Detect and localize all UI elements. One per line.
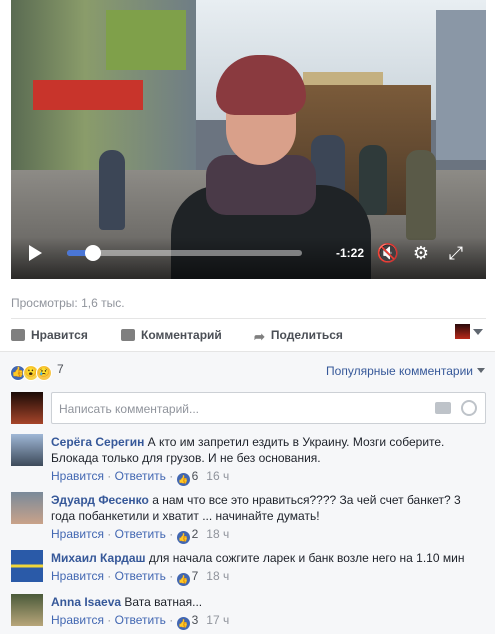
video-progress-handle[interactable] xyxy=(84,245,101,261)
reactions-summary[interactable]: 👍😮😢 7 xyxy=(10,362,64,381)
comment-text: для начала сожгите ларек и банк возле не… xyxy=(148,551,465,565)
thumbs-up-icon xyxy=(11,329,25,341)
comment-timestamp[interactable]: 16 ч xyxy=(206,469,229,483)
avatar[interactable] xyxy=(11,492,43,524)
thumbs-up-icon: 👍 xyxy=(176,617,190,630)
comment-like-count[interactable]: 7 xyxy=(192,569,199,583)
comment-input-placeholder: Написать комментарий... xyxy=(59,402,200,416)
comment-like-link[interactable]: Нравится xyxy=(51,469,104,483)
comment-reply-link[interactable]: Ответить xyxy=(115,527,166,541)
video-frame-bystander xyxy=(406,150,436,240)
video-progress-bar[interactable] xyxy=(67,245,302,261)
thumbs-up-icon: 👍 xyxy=(176,473,190,486)
like-button[interactable]: Нравится xyxy=(11,328,88,342)
comments-panel: 👍😮😢 7 Популярные комментарии Написать ком… xyxy=(0,351,495,634)
camera-icon[interactable] xyxy=(435,402,451,414)
comment-bubble-icon xyxy=(121,329,135,341)
like-button-label: Нравится xyxy=(31,328,88,342)
video-frame-bystander xyxy=(99,150,125,230)
video-frame-building xyxy=(436,10,486,160)
comment-text: Вата ватная... xyxy=(124,595,203,609)
comment-like-link[interactable]: Нравится xyxy=(51,569,104,583)
share-button[interactable]: ➦ Поделиться xyxy=(254,328,343,344)
comment-timestamp[interactable]: 18 ч xyxy=(206,569,229,583)
mute-icon[interactable]: 🔇 xyxy=(375,240,401,266)
chevron-down-icon xyxy=(477,368,485,373)
video-frame-sign xyxy=(33,80,143,110)
sad-reaction-icon: 😢 xyxy=(36,365,52,381)
play-button[interactable] xyxy=(29,245,42,261)
video-time-remaining: -1:22 xyxy=(336,246,365,260)
comment-timestamp[interactable]: 18 ч xyxy=(206,527,229,541)
thumbs-up-icon: 👍 xyxy=(176,573,190,586)
avatar[interactable] xyxy=(11,434,43,466)
chevron-down-icon[interactable] xyxy=(473,329,483,335)
comment-author[interactable]: Anna Isaeva xyxy=(51,595,121,609)
comment-like-count[interactable]: 2 xyxy=(192,527,199,541)
comment-button-label: Комментарий xyxy=(141,328,222,342)
comment-reply-link[interactable]: Ответить xyxy=(115,469,166,483)
comment-timestamp[interactable]: 17 ч xyxy=(206,613,229,627)
page-avatar-selector[interactable] xyxy=(455,324,470,339)
comment-sort-dropdown[interactable]: Популярные комментарии xyxy=(326,364,485,378)
share-arrow-icon: ➦ xyxy=(254,329,265,344)
share-button-label: Поделиться xyxy=(270,328,343,342)
comment-like-count[interactable]: 6 xyxy=(192,469,199,483)
comment-like-link[interactable]: Нравится xyxy=(51,527,104,541)
comment-author[interactable]: Михаил Кардаш xyxy=(51,551,146,565)
current-user-avatar xyxy=(11,392,43,424)
emoji-icon[interactable] xyxy=(461,400,477,416)
comment-button[interactable]: Комментарий xyxy=(121,328,222,342)
comment-author[interactable]: Эдуард Фесенко xyxy=(51,493,149,507)
video-player[interactable] xyxy=(11,0,486,279)
thumbs-up-icon: 👍 xyxy=(176,531,190,544)
reaction-count: 7 xyxy=(57,362,64,376)
comment-like-link[interactable]: Нравится xyxy=(51,613,104,627)
post-action-bar: Нравится Комментарий ➦ Поделиться xyxy=(11,318,486,350)
view-count: Просмотры: 1,6 тыс. xyxy=(11,296,125,310)
comment-input[interactable]: Написать комментарий... xyxy=(51,392,486,424)
avatar[interactable] xyxy=(11,550,43,582)
avatar[interactable] xyxy=(11,594,43,626)
settings-gear-icon[interactable]: ⚙ xyxy=(408,240,434,266)
comment-sort-label: Популярные комментарии xyxy=(326,364,473,378)
comment-author[interactable]: Серёга Серегин xyxy=(51,435,144,449)
comment-like-count[interactable]: 3 xyxy=(192,613,199,627)
comment-reply-link[interactable]: Ответить xyxy=(115,569,166,583)
fullscreen-icon[interactable]: ⤢ xyxy=(443,240,469,266)
comment-reply-link[interactable]: Ответить xyxy=(115,613,166,627)
